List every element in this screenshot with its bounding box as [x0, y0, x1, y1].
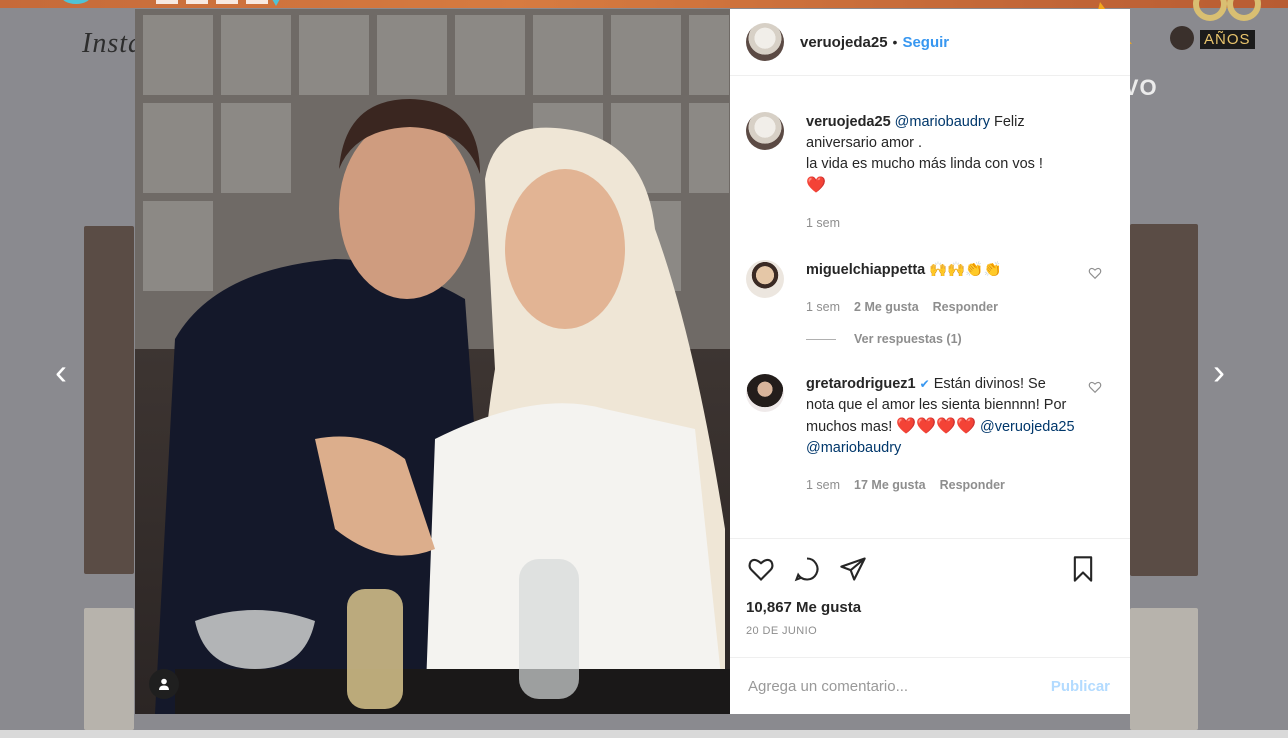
caption-text-line2: la vida es mucho más linda con vos ! [806, 156, 1043, 172]
view-replies-label: Ver respuestas (1) [854, 332, 962, 346]
follow-button[interactable]: Seguir [902, 34, 949, 51]
comment-text: 🙌🙌👏👏 [929, 262, 1002, 278]
share-button[interactable] [838, 554, 868, 584]
likes-count[interactable]: 10,867 Me gusta [730, 599, 1130, 623]
bg-thumbnail [1130, 608, 1198, 730]
post-header: veruojeda25 • Seguir [730, 9, 1130, 76]
next-post-button[interactable]: › [1204, 350, 1234, 394]
caption-time[interactable]: 1 sem [806, 213, 840, 234]
comment-time[interactable]: 1 sem [806, 475, 840, 496]
chevron-right-icon: › [1213, 351, 1225, 392]
comment-likes[interactable]: 2 Me gusta [854, 297, 919, 318]
post-photo[interactable] [135, 9, 730, 714]
photo-people-illustration [155, 99, 730, 714]
comment-item: gretarodriguez1 ✔ Están divinos! Se nota… [746, 374, 1114, 496]
heart-icon[interactable] [1088, 266, 1102, 280]
action-bar [730, 538, 1130, 599]
comment-button[interactable] [792, 554, 822, 584]
comments-list[interactable]: veruojeda25 @mariobaudry Feliz aniversar… [730, 76, 1130, 538]
comment-time[interactable]: 1 sem [806, 297, 840, 318]
comment-body: miguelchiappetta 🙌🙌👏👏 1 sem 2 Me gusta R… [806, 260, 1076, 318]
bg-thumbnail [84, 226, 134, 574]
user-tag-icon [159, 678, 169, 690]
comment-handle[interactable]: miguelchiappetta [806, 262, 925, 278]
bg-instagram-wordmark: Insta [82, 28, 143, 59]
caption: veruojeda25 @mariobaudry Feliz aniversar… [746, 112, 1114, 234]
reply-button[interactable]: Responder [940, 475, 1005, 496]
comment-handle[interactable]: gretarodriguez1 [806, 376, 916, 392]
avatar[interactable] [746, 374, 784, 412]
avatar[interactable] [746, 112, 784, 150]
post-date: 20 DE JUNIO [746, 625, 818, 637]
comment-form: Publicar [730, 657, 1130, 714]
heart-emoji: ❤️ [806, 177, 826, 194]
reply-button[interactable]: Responder [933, 297, 998, 318]
avatar[interactable] [746, 260, 784, 298]
comment-meta: 1 sem 2 Me gusta Responder [806, 297, 1076, 318]
bookmark-icon [1073, 556, 1093, 582]
caption-body: veruojeda25 @mariobaudry Feliz aniversar… [806, 112, 1076, 234]
verified-badge-icon: ✔ [919, 377, 930, 391]
chevron-left-icon: ‹ [55, 351, 67, 392]
replies-divider [806, 338, 836, 340]
post-side-panel: veruojeda25 • Seguir veruojeda25 @mariob… [730, 9, 1130, 714]
anniversary-label: AÑOS [1200, 30, 1255, 49]
view-replies-button[interactable]: Ver respuestas (1) [806, 332, 1114, 346]
comment-item: miguelchiappetta 🙌🙌👏👏 1 sem 2 Me gusta R… [746, 260, 1114, 318]
heart-emojis: ❤️❤️❤️❤️ [896, 418, 976, 435]
comment-likes[interactable]: 17 Me gusta [854, 475, 926, 496]
comment-input[interactable] [746, 676, 1030, 696]
comment-mention[interactable]: @mariobaudry [806, 440, 901, 456]
caption-handle[interactable]: veruojeda25 [806, 114, 891, 130]
previous-post-button[interactable]: ‹ [46, 350, 76, 394]
publish-button[interactable]: Publicar [1051, 678, 1110, 695]
bg-thumbnail [1130, 224, 1198, 576]
comment-icon [794, 557, 819, 582]
comment-meta: 1 sem 17 Me gusta Responder [806, 475, 1076, 496]
bottom-strip [0, 730, 1288, 738]
caption-meta: 1 sem [806, 213, 1076, 234]
like-button[interactable] [746, 554, 776, 584]
separator-dot: • [892, 34, 898, 50]
author-handle[interactable]: veruojeda25 [800, 34, 888, 51]
share-icon [840, 557, 866, 581]
heart-icon[interactable] [1088, 380, 1102, 394]
avatar[interactable] [746, 23, 784, 61]
bg-thumbnail [84, 608, 134, 730]
caption-mention[interactable]: @mariobaudry [895, 114, 990, 130]
heart-icon [748, 558, 774, 581]
user-tag-button[interactable] [149, 669, 179, 699]
post-modal: veruojeda25 • Seguir veruojeda25 @mariob… [135, 9, 1130, 714]
comment-body: gretarodriguez1 ✔ Están divinos! Se nota… [806, 374, 1076, 496]
comment-mention[interactable]: @veruojeda25 [980, 419, 1075, 435]
save-button[interactable] [1068, 554, 1098, 584]
